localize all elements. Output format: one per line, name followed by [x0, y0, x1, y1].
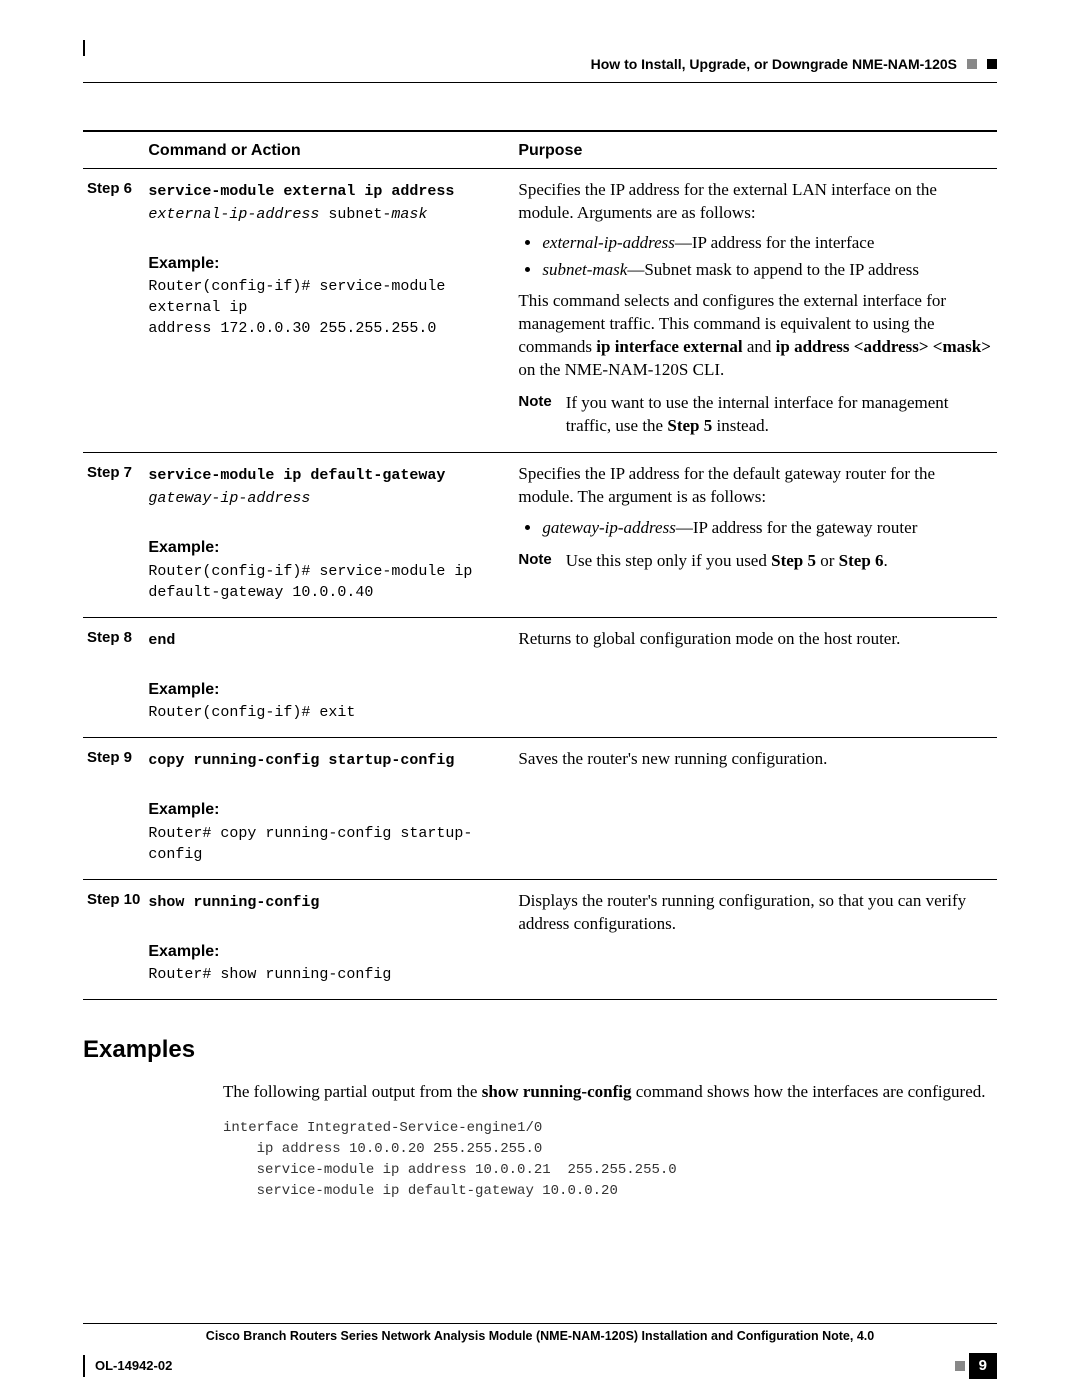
- crop-mark: [83, 40, 997, 56]
- decor-square-icon: [967, 59, 977, 69]
- purpose-text: Specifies the IP address for the externa…: [518, 179, 991, 225]
- body-paragraph: The following partial output from the sh…: [223, 1081, 997, 1104]
- command-syntax: copy running-config startup-config: [148, 752, 454, 769]
- step-label: Step 7: [83, 452, 144, 617]
- col-header-command: Command or Action: [144, 132, 514, 168]
- command-arg: external-ip-address: [148, 206, 328, 223]
- command-cell: end Example: Router(config-if)# exit: [144, 617, 514, 738]
- decor-square-icon: [955, 1361, 965, 1371]
- example-code: Router(config-if)# service-module ip def…: [148, 561, 508, 603]
- note-text: Use this step only if you used Step 5 or…: [566, 550, 888, 573]
- example-code: Router# copy running-config startup-conf…: [148, 823, 508, 865]
- command-syntax: service-module ip default-gateway: [148, 467, 445, 484]
- command-cell: copy running-config startup-config Examp…: [144, 738, 514, 880]
- command-cell: service-module ip default-gateway gatewa…: [144, 452, 514, 617]
- decor-square-icon: [987, 59, 997, 69]
- example-label: Example:: [148, 799, 508, 821]
- table-row: Step 9 copy running-config startup-confi…: [83, 738, 997, 880]
- table-row: Step 6 service-module external ip addres…: [83, 168, 997, 452]
- purpose-cell: Specifies the IP address for the default…: [514, 452, 997, 617]
- example-label: Example:: [148, 537, 508, 559]
- note-row: Note If you want to use the internal int…: [518, 392, 991, 438]
- example-code: Router(config-if)# service-module extern…: [148, 276, 508, 339]
- example-label: Example:: [148, 253, 508, 275]
- command-arg: mask: [391, 206, 427, 223]
- running-header: How to Install, Upgrade, or Downgrade NM…: [83, 55, 997, 83]
- example-label: Example:: [148, 941, 508, 963]
- code-block: interface Integrated-Service-engine1/0 i…: [223, 1118, 997, 1202]
- running-header-title: How to Install, Upgrade, or Downgrade NM…: [591, 55, 957, 74]
- step-label: Step 10: [83, 879, 144, 1000]
- footer-rule: [83, 1323, 997, 1324]
- page: How to Install, Upgrade, or Downgrade NM…: [0, 0, 1080, 1330]
- purpose-text: This command selects and configures the …: [518, 290, 991, 382]
- bullet-list: gateway-ip-address—IP address for the ga…: [542, 517, 991, 540]
- bullet-list: external-ip-address—IP address for the i…: [542, 232, 991, 282]
- table-row: Step 7 service-module ip default-gateway…: [83, 452, 997, 617]
- purpose-cell: Returns to global configuration mode on …: [514, 617, 997, 738]
- command-syntax: service-module external ip address: [148, 183, 454, 200]
- table-row: Step 10 show running-config Example: Rou…: [83, 879, 997, 1000]
- purpose-cell: Saves the router's new running configura…: [514, 738, 997, 880]
- note-row: Note Use this step only if you used Step…: [518, 550, 991, 573]
- doc-id: OL-14942-02: [83, 1355, 172, 1377]
- purpose-cell: Specifies the IP address for the externa…: [514, 168, 997, 452]
- purpose-text: Specifies the IP address for the default…: [518, 463, 991, 509]
- purpose-cell: Displays the router's running configurat…: [514, 879, 997, 1000]
- page-footer: Cisco Branch Routers Series Network Anal…: [83, 1323, 997, 1379]
- note-label: Note: [518, 550, 551, 573]
- command-arg: gateway-ip-address: [148, 490, 310, 507]
- procedure-table-wrap: Command or Action Purpose Step 6 service…: [83, 130, 997, 1000]
- col-header-step: [83, 132, 144, 168]
- command-cell: show running-config Example: Router# sho…: [144, 879, 514, 1000]
- page-number-box: 9: [955, 1353, 997, 1379]
- page-number: 9: [969, 1353, 997, 1379]
- command-cell: service-module external ip address exter…: [144, 168, 514, 452]
- footer-title: Cisco Branch Routers Series Network Anal…: [83, 1328, 997, 1353]
- note-text: If you want to use the internal interfac…: [566, 392, 991, 438]
- note-label: Note: [518, 392, 551, 438]
- example-label: Example:: [148, 679, 508, 701]
- table-row: Step 8 end Example: Router(config-if)# e…: [83, 617, 997, 738]
- section-heading-examples: Examples: [83, 1034, 997, 1066]
- list-item: gateway-ip-address—IP address for the ga…: [542, 517, 991, 540]
- step-label: Step 6: [83, 168, 144, 452]
- step-label: Step 9: [83, 738, 144, 880]
- list-item: external-ip-address—IP address for the i…: [542, 232, 991, 255]
- example-code: Router# show running-config: [148, 964, 508, 985]
- command-arg: subnet-: [328, 206, 391, 223]
- purpose-text: Returns to global configuration mode on …: [518, 628, 991, 651]
- example-code: Router(config-if)# exit: [148, 702, 508, 723]
- list-item: subnet-mask—Subnet mask to append to the…: [542, 259, 991, 282]
- command-syntax: show running-config: [148, 894, 319, 911]
- purpose-text: Saves the router's new running configura…: [518, 748, 991, 771]
- purpose-text: Displays the router's running configurat…: [518, 890, 991, 936]
- col-header-purpose: Purpose: [514, 132, 997, 168]
- step-label: Step 8: [83, 617, 144, 738]
- procedure-table: Command or Action Purpose Step 6 service…: [83, 132, 997, 1000]
- command-syntax: end: [148, 632, 175, 649]
